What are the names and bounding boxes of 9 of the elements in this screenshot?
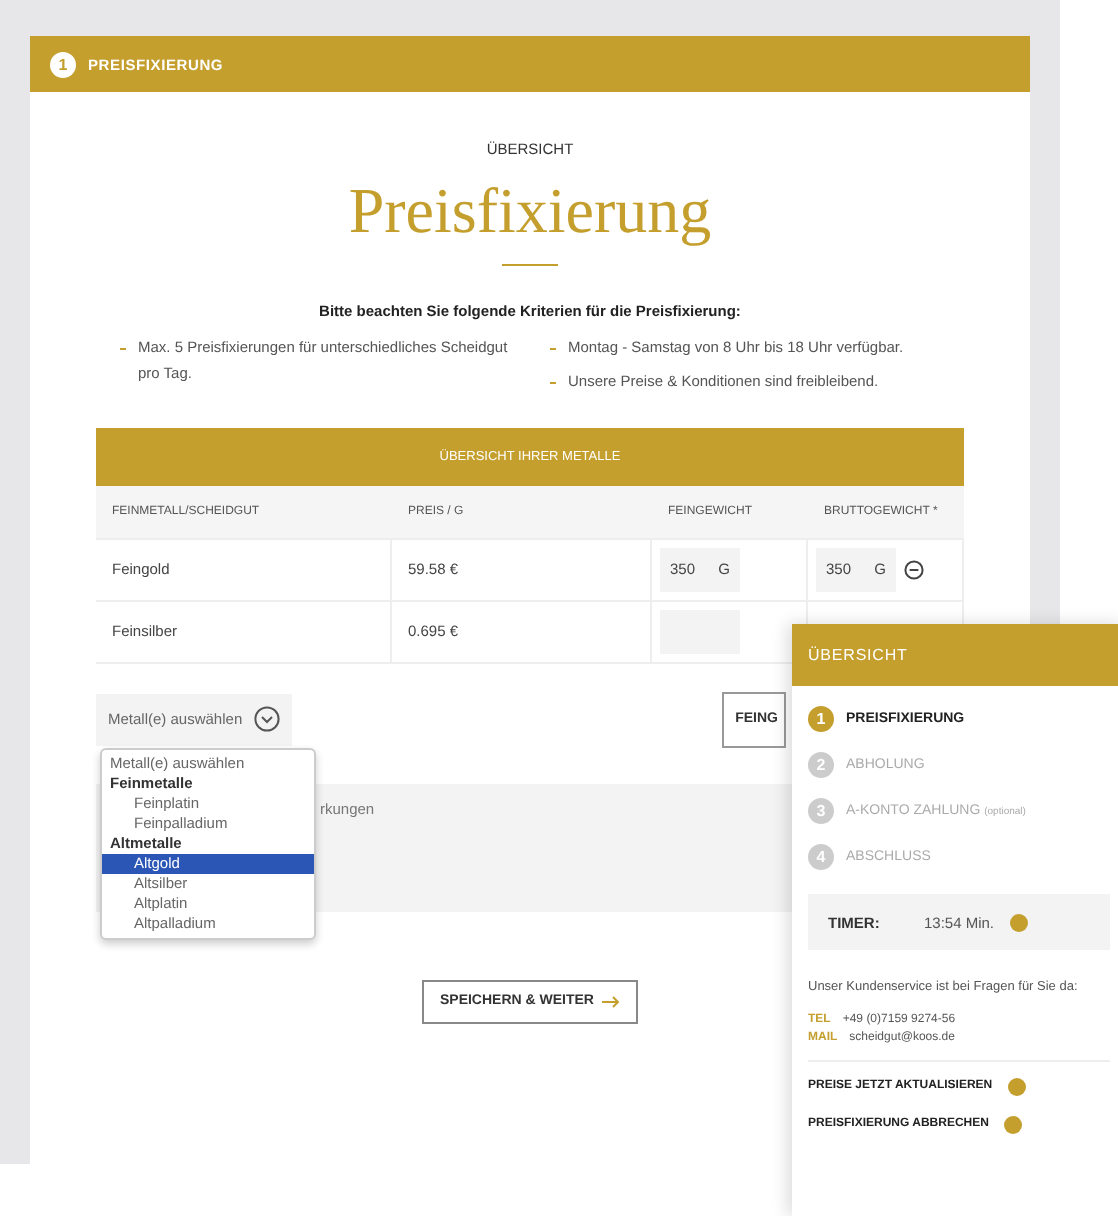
arrow-right-icon <box>602 995 620 1007</box>
dash-icon <box>550 381 556 384</box>
chevron-icon <box>254 706 281 732</box>
step-number: 1 <box>50 51 76 77</box>
dash-icon <box>550 348 556 350</box>
dash-icon <box>120 348 126 350</box>
sidebar-title: ÜBERSICHT <box>792 624 1118 686</box>
remove-icon[interactable] <box>904 559 924 579</box>
page-title: Preisfixierung <box>348 174 712 248</box>
